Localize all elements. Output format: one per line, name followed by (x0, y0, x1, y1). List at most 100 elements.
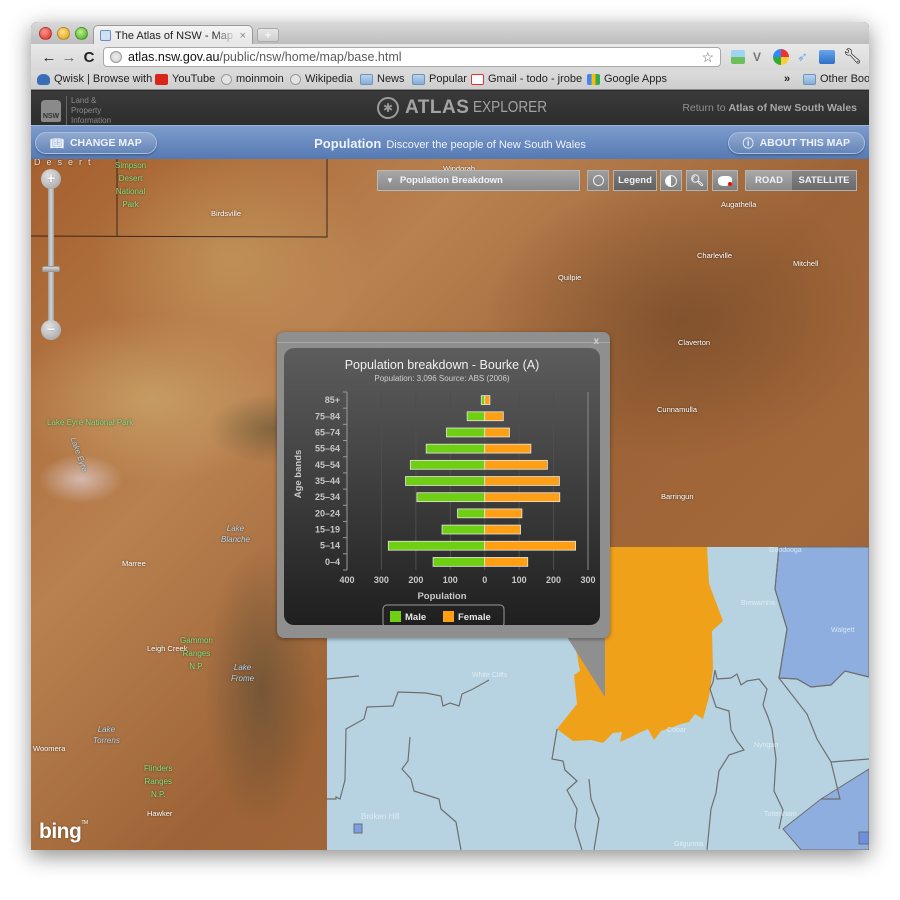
close-tab-icon[interactable]: × (240, 30, 246, 42)
state-border (31, 159, 328, 238)
photo-extension-icon[interactable] (731, 50, 745, 64)
chart-bar-female[interactable] (484, 508, 523, 519)
legend-item-male[interactable]: Male (390, 611, 426, 623)
legend-label-female: Female (458, 612, 491, 623)
bookmark-google-apps[interactable]: Google Apps (587, 73, 667, 85)
return-link-text[interactable]: Atlas of New South Wales (728, 102, 857, 114)
about-map-label: ABOUT THIS MAP (759, 137, 850, 149)
globe-icon (110, 51, 122, 63)
section-bar: 📖︎ CHANGE MAP Population Discover the peop… (31, 125, 869, 159)
wrench-icon[interactable]: 🔧︎ (843, 48, 862, 66)
chart-bar-male[interactable] (387, 540, 486, 551)
contrast-button[interactable] (660, 170, 682, 191)
chart-bar-male[interactable] (432, 557, 486, 567)
minimize-window-button[interactable] (57, 27, 70, 40)
screen-capture-icon[interactable] (819, 50, 835, 64)
chart-bar-female[interactable] (484, 540, 577, 551)
return-link[interactable]: Return to Atlas of New South Wales (682, 102, 857, 114)
favicon-icon (100, 30, 111, 41)
chart-bar-female[interactable] (484, 524, 521, 535)
site-header: NSW Land & Property Information ✱ ATLAS … (31, 91, 869, 126)
road-basemap-button[interactable]: ROAD (746, 171, 792, 190)
chart-bar-female[interactable] (484, 395, 491, 405)
chart-bar-female[interactable] (484, 476, 560, 486)
legend-swatch-female (443, 611, 454, 622)
other-bookmarks[interactable]: Other Bookmarks (803, 73, 869, 85)
chart-bar-female[interactable] (484, 459, 548, 470)
chart-bar-female[interactable] (484, 411, 504, 422)
satellite-basemap-button[interactable]: SATELLITE (792, 171, 856, 190)
map-label-cunnamulla: Cunnamulla (657, 405, 698, 414)
search-icon: 🔍︎ (690, 175, 704, 187)
chart-bar-male[interactable] (466, 411, 486, 422)
legend-button[interactable]: Legend (613, 170, 657, 191)
chart-bar-female[interactable] (484, 443, 532, 454)
australia-map-icon (718, 175, 732, 186)
bookmark-gmail[interactable]: Gmail - todo - jrobe (471, 73, 582, 85)
bookmark-qwisk[interactable]: Qwisk | Browse with (37, 73, 152, 85)
chart-bar-male[interactable] (405, 476, 486, 486)
bookmarks-bar: Qwisk | Browse with YouTube moinmoin Wik… (31, 70, 869, 90)
popup-pointer (567, 637, 605, 697)
zoom-in-button[interactable]: + (41, 169, 61, 189)
url-host: atlas.nsw.gov.au (128, 50, 220, 64)
help-icon: ⓘ (742, 138, 754, 150)
bookmark-moinmoin[interactable]: moinmoin (221, 73, 284, 85)
compass-icon: ✱ (377, 97, 399, 119)
map-label-tottenham: Tottenham (764, 811, 797, 818)
chart-bar-male[interactable] (425, 443, 486, 454)
twitter-extension-icon[interactable]: ➶ (797, 48, 808, 66)
about-map-button[interactable]: ⓘ ABOUT THIS MAP (727, 132, 865, 154)
zoom-window-button[interactable] (75, 27, 88, 40)
contrast-icon (665, 174, 677, 187)
bookmark-youtube[interactable]: YouTube (155, 73, 215, 85)
address-bar[interactable]: atlas.nsw.gov.au/public/nsw/home/map/bas… (103, 47, 721, 67)
map-canvas[interactable]: Desert Simpson Desert National Park Birdsvi… (31, 159, 869, 850)
close-window-button[interactable] (39, 27, 52, 40)
chart-bar-female[interactable] (484, 492, 561, 503)
chart-bar-male[interactable] (416, 492, 486, 503)
map-label-hawker: Hawker (147, 809, 173, 818)
popup-close-button[interactable]: x (593, 336, 599, 347)
chart-bar-female[interactable] (484, 557, 529, 567)
chart-bar-female[interactable] (484, 427, 510, 438)
folder-icon (412, 73, 425, 85)
chart-bar-male[interactable] (480, 395, 486, 405)
bookmark-popular[interactable]: Popular (412, 73, 467, 85)
bookmark-news[interactable]: News (360, 73, 405, 85)
forward-button[interactable]: → (59, 49, 79, 66)
crosshair-icon (592, 175, 604, 186)
nsw-region-dark (774, 546, 869, 688)
browser-tab-active[interactable]: The Atlas of NSW - Map - Po × (93, 25, 253, 45)
new-tab-button[interactable]: + (257, 28, 279, 42)
chart-bar-male[interactable] (441, 524, 486, 535)
seo-extension-icon[interactable] (773, 49, 789, 65)
legend-item-female[interactable]: Female (443, 611, 491, 623)
bookmarks-overflow-button[interactable]: » (784, 73, 790, 85)
back-button[interactable]: ← (39, 49, 59, 66)
return-prefix: Return to (682, 102, 729, 114)
bookmark-star-icon[interactable]: ☆ (701, 49, 714, 66)
chart-bar-male[interactable] (446, 427, 486, 438)
search-button[interactable]: 🔍︎ (686, 170, 708, 191)
chart-y-tick-label: 25–34 (315, 492, 340, 502)
australia-overview-button[interactable] (712, 170, 738, 191)
lpi-logo[interactable]: NSW Land & Property Information (41, 96, 126, 126)
chart-bar-male[interactable] (409, 459, 486, 470)
layer-select-dropdown[interactable]: ▼ Population Breakdown (377, 170, 580, 191)
map-label-woomera: Woomera (33, 744, 66, 753)
chart-bar-male[interactable] (457, 508, 486, 519)
bookmark-label: Gmail - todo - jrobe (488, 73, 583, 85)
zoom-slider-thumb[interactable] (42, 265, 60, 272)
chart-x-tick-label: 100 (512, 575, 527, 585)
bookmark-wikipedia[interactable]: Wikipedia (290, 73, 353, 85)
vt-extension-icon[interactable]: V (753, 48, 761, 66)
locate-button[interactable] (587, 170, 609, 191)
zoom-slider-track[interactable] (48, 179, 54, 329)
zoom-out-button[interactable]: − (41, 320, 61, 340)
caret-down-icon: ▼ (386, 176, 394, 185)
reload-button[interactable]: C (79, 49, 99, 66)
chart-x-tick-label: 300 (580, 575, 595, 585)
folder-icon (803, 73, 816, 85)
tab-strip: The Atlas of NSW - Map - Po × + (31, 22, 869, 45)
